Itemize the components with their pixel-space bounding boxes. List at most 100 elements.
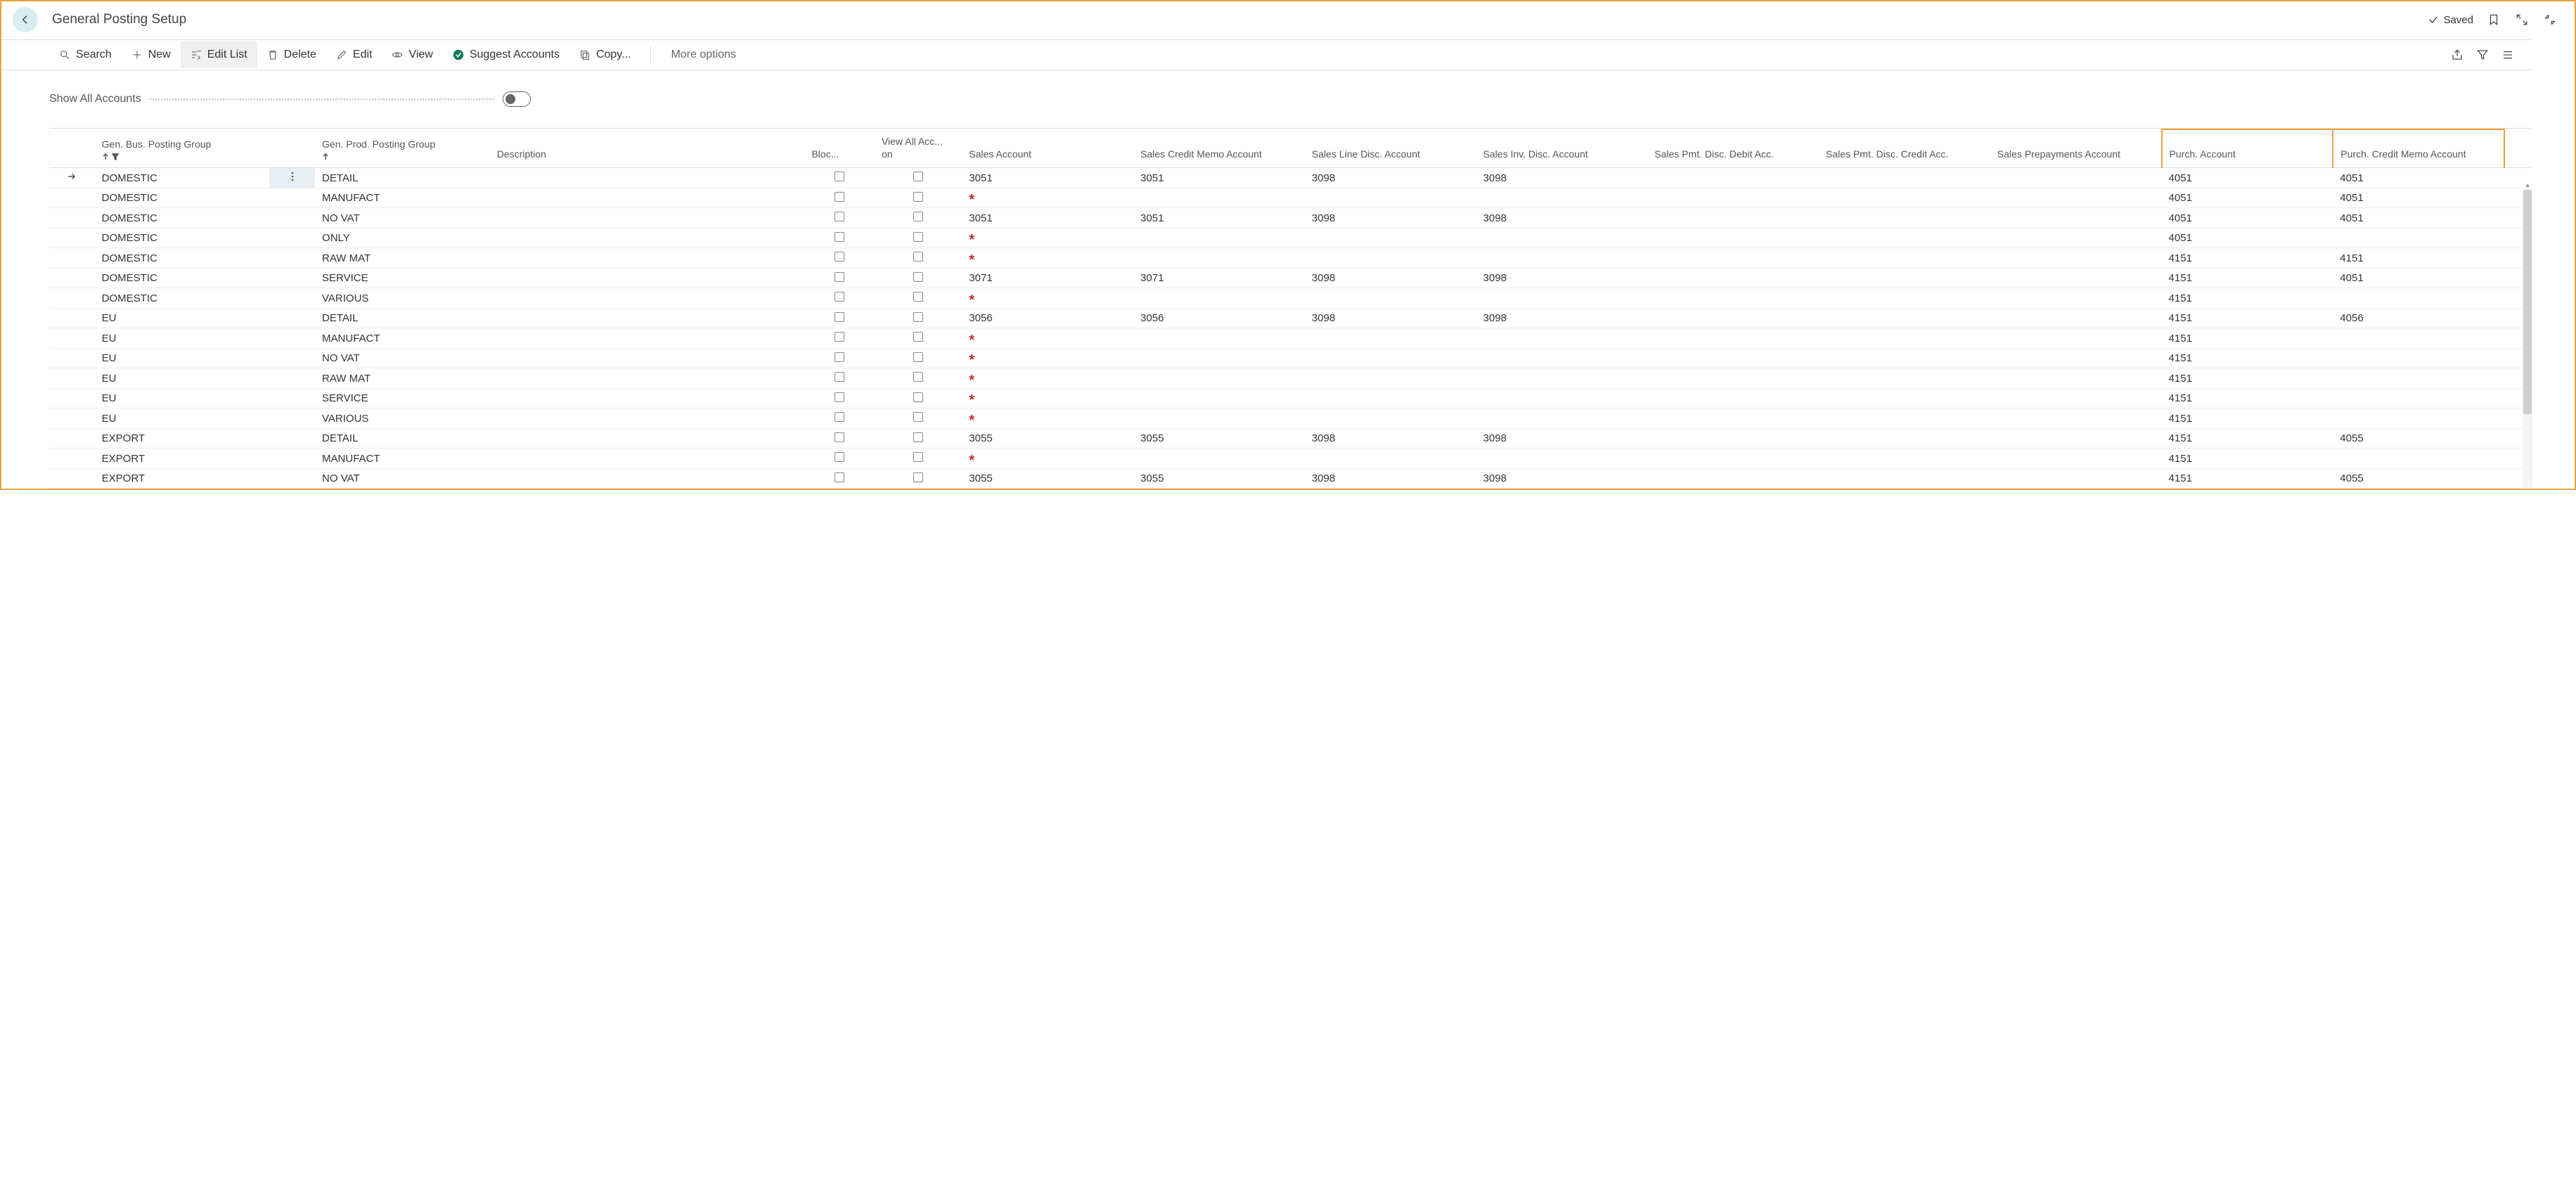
table-row[interactable]: EXPORTDETAIL305530553098309841514055 xyxy=(49,428,2532,449)
col-sales-pmt-credit[interactable]: Sales Pmt. Disc. Credit Acc. xyxy=(1819,129,1990,168)
cell-sales-account[interactable]: * xyxy=(962,248,1133,269)
collapse-button[interactable] xyxy=(2542,12,2558,27)
search-button[interactable]: Search xyxy=(49,41,122,68)
table-row[interactable]: DOMESTICNO VAT305130513098309840514051 xyxy=(49,208,2532,228)
cell-prod-group[interactable]: DETAIL xyxy=(315,308,490,328)
cell-viewall-checkbox[interactable] xyxy=(875,188,962,208)
cell-bus-group[interactable]: DOMESTIC xyxy=(95,248,270,269)
cell-prod-group[interactable]: NO VAT xyxy=(315,468,490,489)
cell-sales-credit-memo[interactable] xyxy=(1133,188,1305,208)
cell-sales-inv-disc[interactable]: 3098 xyxy=(1476,268,1648,288)
cell-sales-pmt-credit[interactable] xyxy=(1819,288,1990,309)
cell-viewall-checkbox[interactable] xyxy=(875,449,962,469)
cell-purch-account[interactable]: 4151 xyxy=(2162,268,2333,288)
cell-sales-pmt-debit[interactable] xyxy=(1647,208,1819,228)
cell-prod-group[interactable]: NO VAT xyxy=(315,208,490,228)
cell-sales-account[interactable]: 3056 xyxy=(962,308,1133,328)
cell-sales-credit-memo[interactable] xyxy=(1133,328,1305,349)
cell-sales-line-disc[interactable] xyxy=(1305,288,1476,309)
cell-viewall-checkbox[interactable] xyxy=(875,308,962,328)
cell-bus-group[interactable]: EXPORT xyxy=(95,468,270,489)
cell-sales-account[interactable]: * xyxy=(962,388,1133,408)
cell-blocked-checkbox[interactable] xyxy=(804,468,874,489)
cell-description[interactable] xyxy=(490,308,805,328)
cell-sales-pmt-debit[interactable] xyxy=(1647,368,1819,389)
cell-sales-inv-disc[interactable] xyxy=(1476,228,1648,248)
cell-bus-group[interactable]: DOMESTIC xyxy=(95,228,270,248)
new-button[interactable]: New xyxy=(122,41,181,68)
filter-button[interactable] xyxy=(2475,47,2490,63)
cell-blocked-checkbox[interactable] xyxy=(804,328,874,349)
cell-purch-credit-memo[interactable] xyxy=(2333,288,2504,309)
cell-sales-pmt-debit[interactable] xyxy=(1647,328,1819,349)
cell-purch-credit-memo[interactable] xyxy=(2333,228,2504,248)
cell-sales-credit-memo[interactable] xyxy=(1133,368,1305,389)
copy-button[interactable]: Copy... xyxy=(569,41,641,68)
cell-sales-credit-memo[interactable]: 3071 xyxy=(1133,268,1305,288)
cell-viewall-checkbox[interactable] xyxy=(875,288,962,309)
cell-sales-pmt-debit[interactable] xyxy=(1647,188,1819,208)
more-options-button[interactable]: More options xyxy=(661,41,746,68)
cell-sales-account[interactable]: * xyxy=(962,288,1133,309)
cell-description[interactable] xyxy=(490,348,805,368)
cell-sales-prepay[interactable] xyxy=(1990,288,2162,309)
cell-sales-pmt-debit[interactable] xyxy=(1647,268,1819,288)
cell-sales-pmt-debit[interactable] xyxy=(1647,468,1819,489)
cell-bus-group[interactable]: EU xyxy=(95,348,270,368)
col-sales-pmt-debit[interactable]: Sales Pmt. Disc. Debit Acc. xyxy=(1647,129,1819,168)
cell-sales-pmt-credit[interactable] xyxy=(1819,248,1990,269)
cell-sales-pmt-credit[interactable] xyxy=(1819,388,1990,408)
cell-blocked-checkbox[interactable] xyxy=(804,288,874,309)
cell-sales-pmt-debit[interactable] xyxy=(1647,348,1819,368)
cell-purch-account[interactable]: 4151 xyxy=(2162,388,2333,408)
cell-sales-inv-disc[interactable]: 3098 xyxy=(1476,468,1648,489)
cell-sales-account[interactable]: * xyxy=(962,368,1133,389)
cell-description[interactable] xyxy=(490,208,805,228)
cell-sales-inv-disc[interactable] xyxy=(1476,248,1648,269)
cell-purch-credit-memo[interactable]: 4151 xyxy=(2333,248,2504,269)
cell-sales-prepay[interactable] xyxy=(1990,468,2162,489)
cell-prod-group[interactable]: VARIOUS xyxy=(315,288,490,309)
edit-button[interactable]: Edit xyxy=(326,41,382,68)
cell-description[interactable] xyxy=(490,248,805,269)
col-gen-prod-posting-group[interactable]: Gen. Prod. Posting Group xyxy=(315,129,490,168)
cell-prod-group[interactable]: SERVICE xyxy=(315,268,490,288)
row-menu[interactable] xyxy=(269,168,315,188)
cell-purch-credit-memo[interactable] xyxy=(2333,348,2504,368)
cell-bus-group[interactable]: EU xyxy=(95,408,270,429)
cell-viewall-checkbox[interactable] xyxy=(875,328,962,349)
cell-description[interactable] xyxy=(490,268,805,288)
cell-blocked-checkbox[interactable] xyxy=(804,228,874,248)
suggest-accounts-button[interactable]: Suggest Accounts xyxy=(443,41,569,68)
cell-prod-group[interactable]: VARIOUS xyxy=(315,408,490,429)
scrollbar-thumb[interactable] xyxy=(2523,190,2532,414)
cell-purch-account[interactable]: 4151 xyxy=(2162,468,2333,489)
cell-prod-group[interactable]: SERVICE xyxy=(315,388,490,408)
cell-sales-account[interactable]: 3055 xyxy=(962,428,1133,449)
table-row[interactable]: EXPORTMANUFACT*4151 xyxy=(49,449,2532,469)
cell-sales-credit-memo[interactable] xyxy=(1133,248,1305,269)
cell-description[interactable] xyxy=(490,449,805,469)
cell-sales-inv-disc[interactable]: 3098 xyxy=(1476,168,1648,188)
cell-bus-group[interactable]: EXPORT xyxy=(95,449,270,469)
cell-purch-account[interactable]: 4151 xyxy=(2162,348,2333,368)
share-button[interactable] xyxy=(2449,47,2465,63)
cell-viewall-checkbox[interactable] xyxy=(875,368,962,389)
cell-bus-group[interactable]: EU xyxy=(95,328,270,349)
cell-sales-line-disc[interactable] xyxy=(1305,348,1476,368)
cell-purch-credit-memo[interactable]: 4055 xyxy=(2333,468,2504,489)
table-row[interactable]: EUMANUFACT*4151 xyxy=(49,328,2532,349)
cell-blocked-checkbox[interactable] xyxy=(804,428,874,449)
cell-purch-credit-memo[interactable]: 4055 xyxy=(2333,428,2504,449)
cell-bus-group[interactable]: DOMESTIC xyxy=(95,208,270,228)
cell-sales-pmt-debit[interactable] xyxy=(1647,388,1819,408)
cell-sales-line-disc[interactable]: 3098 xyxy=(1305,428,1476,449)
cell-blocked-checkbox[interactable] xyxy=(804,368,874,389)
col-sales-prepayments[interactable]: Sales Prepayments Account xyxy=(1990,129,2162,168)
cell-purch-account[interactable]: 4151 xyxy=(2162,328,2333,349)
cell-viewall-checkbox[interactable] xyxy=(875,228,962,248)
cell-sales-prepay[interactable] xyxy=(1990,449,2162,469)
cell-sales-credit-memo[interactable]: 3055 xyxy=(1133,468,1305,489)
cell-sales-pmt-debit[interactable] xyxy=(1647,168,1819,188)
cell-blocked-checkbox[interactable] xyxy=(804,308,874,328)
